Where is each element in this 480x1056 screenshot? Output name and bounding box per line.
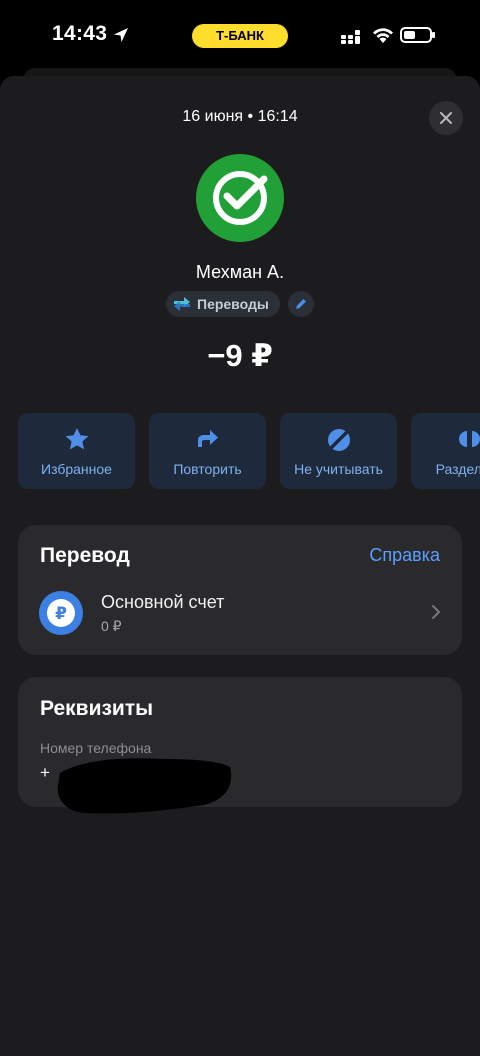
split-icon: [455, 427, 480, 451]
repeat-icon: [195, 427, 221, 451]
actions-row: Избранное Повторить Не учитывать Раздели…: [18, 413, 480, 489]
bank-indicator[interactable]: Т-БАНК: [192, 24, 288, 48]
exclude-icon: [326, 427, 352, 453]
operation-amount: −9 ₽: [0, 338, 480, 374]
favorite-label: Избранное: [18, 461, 135, 477]
close-button[interactable]: [429, 101, 463, 135]
wifi-icon: [371, 25, 395, 44]
operation-date: 16 июня • 16:14: [0, 108, 480, 126]
pencil-icon: [294, 297, 308, 311]
close-icon: [440, 112, 452, 124]
transfer-card: Перевод Справка ₽ Основной счет 0 ₽: [18, 525, 462, 655]
category-chip[interactable]: Переводы: [166, 291, 280, 317]
account-balance: 0 ₽: [101, 618, 122, 635]
svg-text:₽: ₽: [55, 604, 67, 624]
split-button[interactable]: Разделить: [411, 413, 480, 489]
clock: 14:43: [52, 22, 107, 46]
split-label: Разделить: [411, 461, 480, 477]
edit-category-button[interactable]: [288, 291, 314, 317]
requisites-card: Реквизиты Номер телефона +: [18, 677, 462, 807]
favorite-button[interactable]: Избранное: [18, 413, 135, 489]
exclude-button[interactable]: Не учитывать: [280, 413, 397, 489]
chevron-right-icon[interactable]: [430, 603, 442, 621]
account-name: Основной счет: [101, 592, 224, 613]
transfer-title: Перевод: [40, 544, 130, 568]
battery-icon: [400, 25, 436, 45]
requisites-title: Реквизиты: [40, 697, 153, 721]
help-link[interactable]: Справка: [369, 545, 440, 566]
ruble-icon: ₽: [39, 591, 83, 635]
location-arrow-icon: [112, 26, 130, 44]
star-icon: [64, 427, 90, 451]
phone-value: +: [40, 763, 50, 783]
exclude-label: Не учитывать: [280, 461, 397, 477]
recipient-name: Мехман А.: [0, 262, 480, 283]
repeat-label: Повторить: [149, 461, 266, 477]
category-label: Переводы: [197, 296, 269, 312]
status-bar: 14:43 Т-БАНК: [0, 0, 480, 70]
redaction-scribble: [54, 753, 234, 815]
sber-check-logo: [196, 154, 284, 242]
repeat-button[interactable]: Повторить: [149, 413, 266, 489]
transfer-arrows-icon: [172, 296, 192, 312]
cellular-signal-icon: [340, 27, 364, 44]
